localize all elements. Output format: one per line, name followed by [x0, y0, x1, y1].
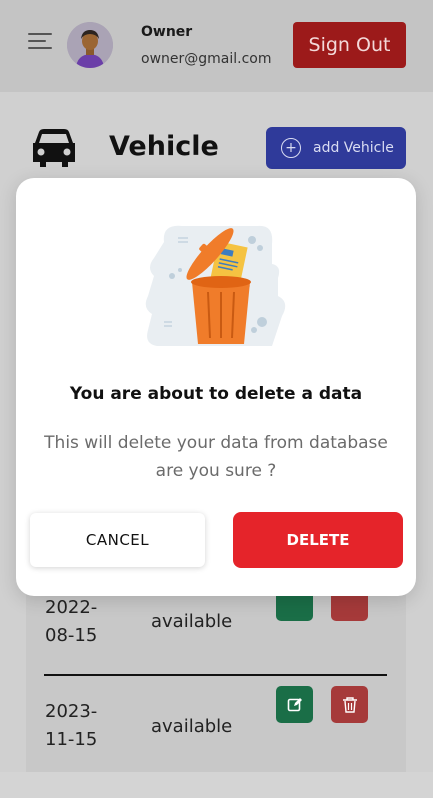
delete-confirm-modal: You are about to delete a data This will… [16, 178, 416, 596]
delete-button[interactable]: DELETE [233, 512, 403, 568]
avatar[interactable] [67, 22, 113, 68]
modal-message: This will delete your data from database… [44, 433, 388, 481]
menu-icon[interactable] [28, 31, 52, 51]
add-vehicle-button[interactable]: + add Vehicle [266, 127, 406, 169]
car-icon [31, 128, 77, 168]
cancel-button[interactable]: CANCEL [30, 513, 205, 567]
delete-row-button[interactable] [331, 686, 368, 723]
trash-icon [342, 696, 357, 713]
row-status: available [151, 611, 233, 632]
add-vehicle-label: add Vehicle [313, 140, 394, 156]
row-date: 2023- 11-15 [45, 701, 98, 750]
table-row: 2023- 11-15 available [26, 686, 406, 798]
plus-circle-icon: + [281, 138, 301, 158]
edit-icon [287, 697, 302, 711]
row-divider [44, 674, 387, 676]
row-status: available [151, 716, 233, 737]
edit-button[interactable] [276, 686, 313, 723]
sign-out-button[interactable]: Sign Out [293, 22, 406, 68]
top-bar: Owner owner@gmail.com Sign Out [0, 0, 433, 92]
row-date: 2022- 08-15 [45, 597, 98, 646]
trash-bin-illustration [142, 214, 292, 354]
page-title: Vehicle [109, 131, 219, 162]
owner-name: Owner [141, 24, 193, 40]
modal-title: You are about to delete a data [69, 384, 363, 404]
owner-email: owner@gmail.com [141, 51, 272, 67]
